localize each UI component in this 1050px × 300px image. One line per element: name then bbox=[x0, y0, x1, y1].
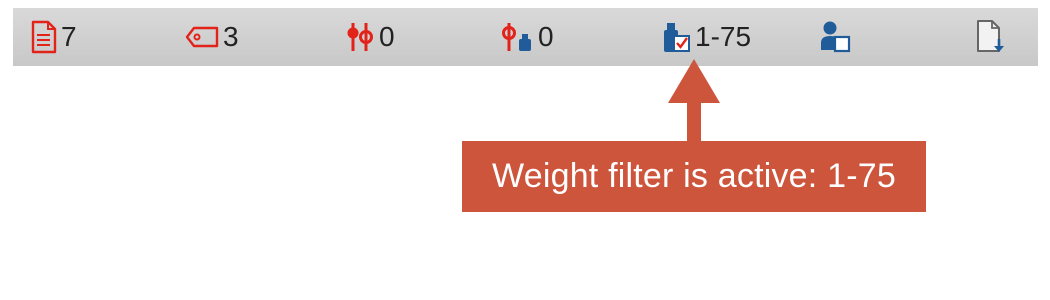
weights-linked-count-item[interactable]: 0 bbox=[500, 8, 554, 66]
export-document-icon bbox=[975, 19, 1007, 55]
weights-linked-count: 0 bbox=[538, 21, 554, 52]
chains-count-item[interactable]: 0 bbox=[345, 8, 395, 66]
tag-icon bbox=[185, 26, 219, 48]
chains-count: 0 bbox=[379, 21, 395, 52]
status-bar: 7 3 0 0 1-75 bbox=[13, 8, 1038, 66]
connector-chain-icon bbox=[345, 20, 375, 54]
weight-filter-icon bbox=[661, 20, 691, 54]
user-filter-item[interactable] bbox=[819, 8, 851, 66]
weight-filter-item[interactable]: 1-75 bbox=[661, 8, 751, 66]
document-icon bbox=[31, 20, 57, 54]
connector-weight-icon bbox=[500, 20, 534, 54]
callout-text: Weight filter is active: 1-75 bbox=[492, 157, 896, 195]
weight-filter-callout: Weight filter is active: 1-75 bbox=[462, 141, 926, 212]
tags-count: 3 bbox=[223, 21, 239, 52]
weight-filter-value: 1-75 bbox=[695, 21, 752, 52]
export-item[interactable] bbox=[975, 8, 1007, 66]
documents-count: 7 bbox=[61, 21, 77, 52]
user-filter-icon bbox=[819, 20, 851, 54]
documents-count-item[interactable]: 7 bbox=[31, 8, 77, 66]
tags-count-item[interactable]: 3 bbox=[185, 8, 239, 66]
